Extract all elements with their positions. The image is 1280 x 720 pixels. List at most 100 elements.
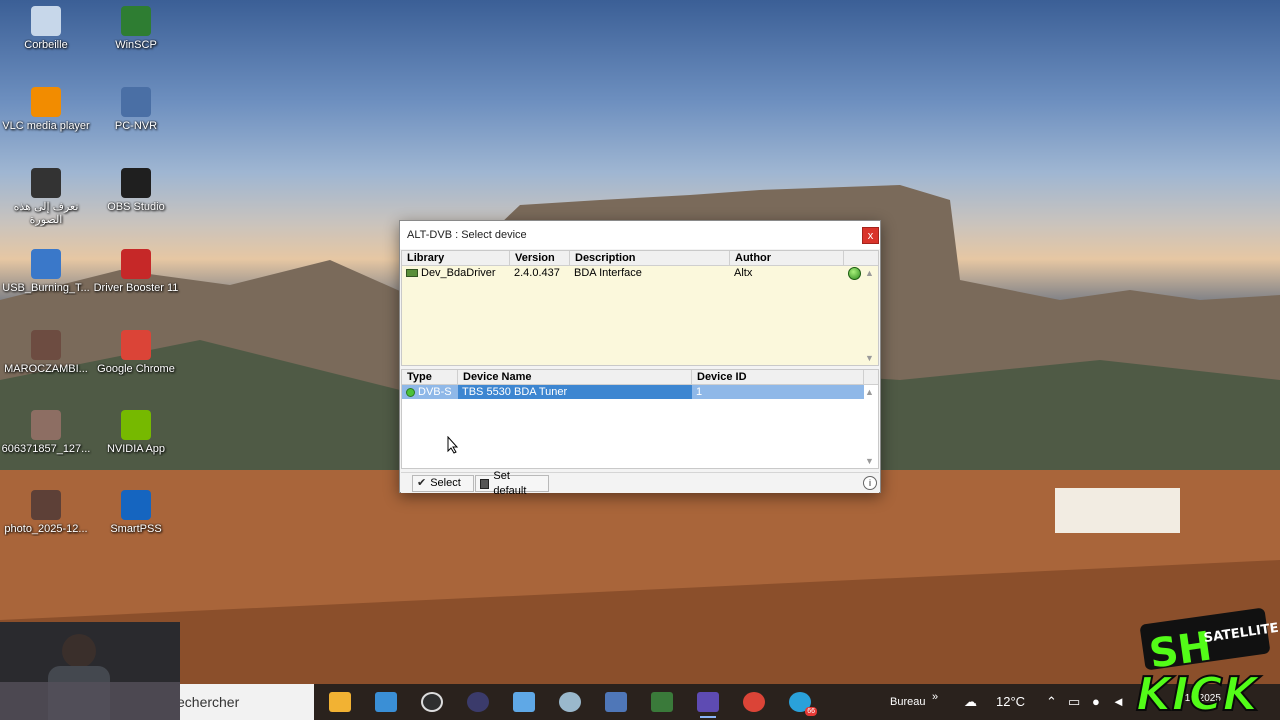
desktop-icon-label: WinSCP [115, 39, 157, 51]
select-button[interactable]: ✔ Select [412, 475, 474, 492]
taskbar-search-input[interactable]: echercher [175, 684, 314, 720]
device-scrollbar[interactable]: ▲ ▼ [862, 370, 878, 468]
taskbar: echercher 66 Bureau » ☁ 12°C ⌃ ▭ ● ◄ /12… [0, 684, 1280, 720]
desktop-icon[interactable]: MAROCZAMBI... [0, 330, 92, 376]
chrome-taskbar-icon[interactable] [743, 692, 765, 712]
library-scrollbar[interactable]: ▲ ▼ [862, 251, 878, 365]
scroll-up-icon[interactable]: ▲ [865, 268, 874, 278]
desktop-icon[interactable]: Driver Booster 11 [90, 249, 182, 295]
column-header-library[interactable]: Library [402, 251, 510, 265]
desktop-icon-label: MAROCZAMBI... [4, 363, 88, 375]
desktop-icon[interactable]: PC-NVR [90, 87, 182, 133]
winscp-icon [121, 6, 151, 36]
desktop-icon[interactable]: OBS Studio [90, 168, 182, 214]
image-file-icon [31, 410, 61, 440]
toolbar-chevron[interactable]: » [932, 679, 938, 715]
desktop-icon[interactable]: تعرف إلى هذه الصورة [0, 168, 92, 227]
network-tool-icon[interactable] [651, 692, 673, 712]
scroll-down-icon[interactable]: ▼ [865, 353, 874, 363]
scroll-down-icon[interactable]: ▼ [865, 456, 874, 466]
volume-icon[interactable]: ◄ [1112, 684, 1125, 720]
telegram-taskbar-icon[interactable]: 66 [789, 692, 817, 716]
altdvb-taskbar-icon[interactable] [697, 692, 719, 718]
device-id: 1 [696, 386, 703, 398]
desktop-icon-label: 606371857_127... [1, 443, 91, 455]
set-default-button-label: Set default [493, 469, 527, 497]
webcam-overlay [0, 622, 180, 720]
camera-app-icon[interactable] [467, 692, 489, 712]
desktop-icon-label: PC-NVR [114, 120, 158, 132]
desktop-icon[interactable]: USB_Burning_T... [0, 249, 92, 295]
satellite-tool-icon[interactable] [559, 692, 581, 712]
column-header-description[interactable]: Description [570, 251, 730, 265]
usb-burning-tool-icon [31, 249, 61, 279]
save-icon [480, 478, 490, 489]
dialog-title: ALT-DVB : Select device [407, 229, 527, 241]
column-header-author[interactable]: Author [730, 251, 844, 265]
select-button-label: Select [430, 477, 461, 489]
remote-desktop-icon[interactable] [513, 692, 535, 712]
desktop-icon-label: تعرف إلى هذه الصورة [13, 201, 79, 226]
library-description: BDA Interface [574, 267, 642, 279]
set-default-button[interactable]: Set default [475, 470, 549, 497]
desktop-icon[interactable]: photo_2025-12... [0, 490, 92, 536]
scroll-up-icon[interactable]: ▲ [865, 387, 874, 397]
control-panel-icon[interactable] [375, 692, 397, 712]
mouse-cursor-icon [447, 436, 459, 454]
network-icon[interactable]: ▭ [1068, 684, 1080, 720]
weather-temperature[interactable]: 12°C [996, 684, 1025, 720]
logo-kick-text: KICK [1136, 667, 1262, 720]
desktop-icon[interactable]: VLC media player [0, 87, 92, 133]
nvidia-icon [121, 410, 151, 440]
library-row[interactable]: Dev_BdaDriver 2.4.0.437 BDA Interface Al… [402, 266, 878, 280]
weather-cloud-icon[interactable]: ☁ [964, 684, 977, 720]
learn-about-picture-icon [31, 168, 61, 198]
desktop-icon[interactable]: WinSCP [90, 6, 182, 52]
status-ok-icon [848, 266, 861, 280]
device-type: DVB-S [418, 386, 452, 398]
close-button[interactable]: x [862, 227, 879, 244]
vlc-icon [31, 87, 61, 117]
device-name: TBS 5530 BDA Tuner [458, 385, 692, 399]
column-header-type[interactable]: Type [402, 370, 458, 384]
device-list-header: Type Device Name Device ID [402, 370, 878, 385]
photo-file-icon [31, 490, 61, 520]
desktop-icon[interactable]: 606371857_127... [0, 410, 92, 456]
desktop-icon[interactable]: SmartPSS [90, 490, 182, 536]
microphone-icon[interactable]: ● [1092, 684, 1100, 720]
desktop-icon-label: SmartPSS [110, 523, 162, 535]
tray-overflow-icon[interactable]: ⌃ [1046, 684, 1057, 720]
file-explorer-icon[interactable] [329, 692, 351, 712]
info-icon[interactable]: i [863, 476, 877, 490]
column-header-device-name[interactable]: Device Name [458, 370, 692, 384]
desktop-icon-label: OBS Studio [107, 201, 165, 213]
sh-satellite-kick-logo: SH SATELLITE KICK [1135, 608, 1278, 720]
desktop-icon-label: Driver Booster 11 [93, 282, 179, 294]
desktop-icon-label: Corbeille [24, 39, 68, 51]
column-header-device-id[interactable]: Device ID [692, 370, 864, 384]
device-status-icon [406, 387, 415, 397]
driver-icon [406, 269, 418, 277]
desktop-icon-label: NVIDIA App [106, 443, 166, 455]
calculator-icon[interactable] [605, 692, 627, 712]
pc-nvr-icon [121, 87, 151, 117]
bureau-toolbar[interactable]: Bureau [890, 684, 925, 720]
device-row[interactable]: DVB-S TBS 5530 BDA Tuner 1 [402, 385, 864, 399]
device-list[interactable]: Type Device Name Device ID DVB-S TBS 553… [401, 369, 879, 469]
farmhouse [1055, 488, 1180, 533]
library-list[interactable]: Library Version Description Author Dev_B… [401, 250, 879, 366]
library-author: Altx [734, 267, 753, 279]
chrome-icon [121, 330, 151, 360]
dialog-titlebar[interactable]: ALT-DVB : Select device x [400, 221, 880, 249]
library-name: Dev_BdaDriver [421, 267, 496, 279]
smartpss-icon [121, 490, 151, 520]
presenter-figure [62, 634, 96, 668]
obs-icon [121, 168, 151, 198]
desktop-icon-label: Google Chrome [97, 363, 175, 375]
desktop-icon[interactable]: NVIDIA App [90, 410, 182, 456]
desktop-icon[interactable]: Google Chrome [90, 330, 182, 376]
column-header-version[interactable]: Version [510, 251, 570, 265]
dialog-button-bar: ✔ Select Set default i [401, 470, 879, 497]
desktop-icon[interactable]: Corbeille [0, 6, 92, 52]
obs-taskbar-icon[interactable] [421, 692, 443, 712]
